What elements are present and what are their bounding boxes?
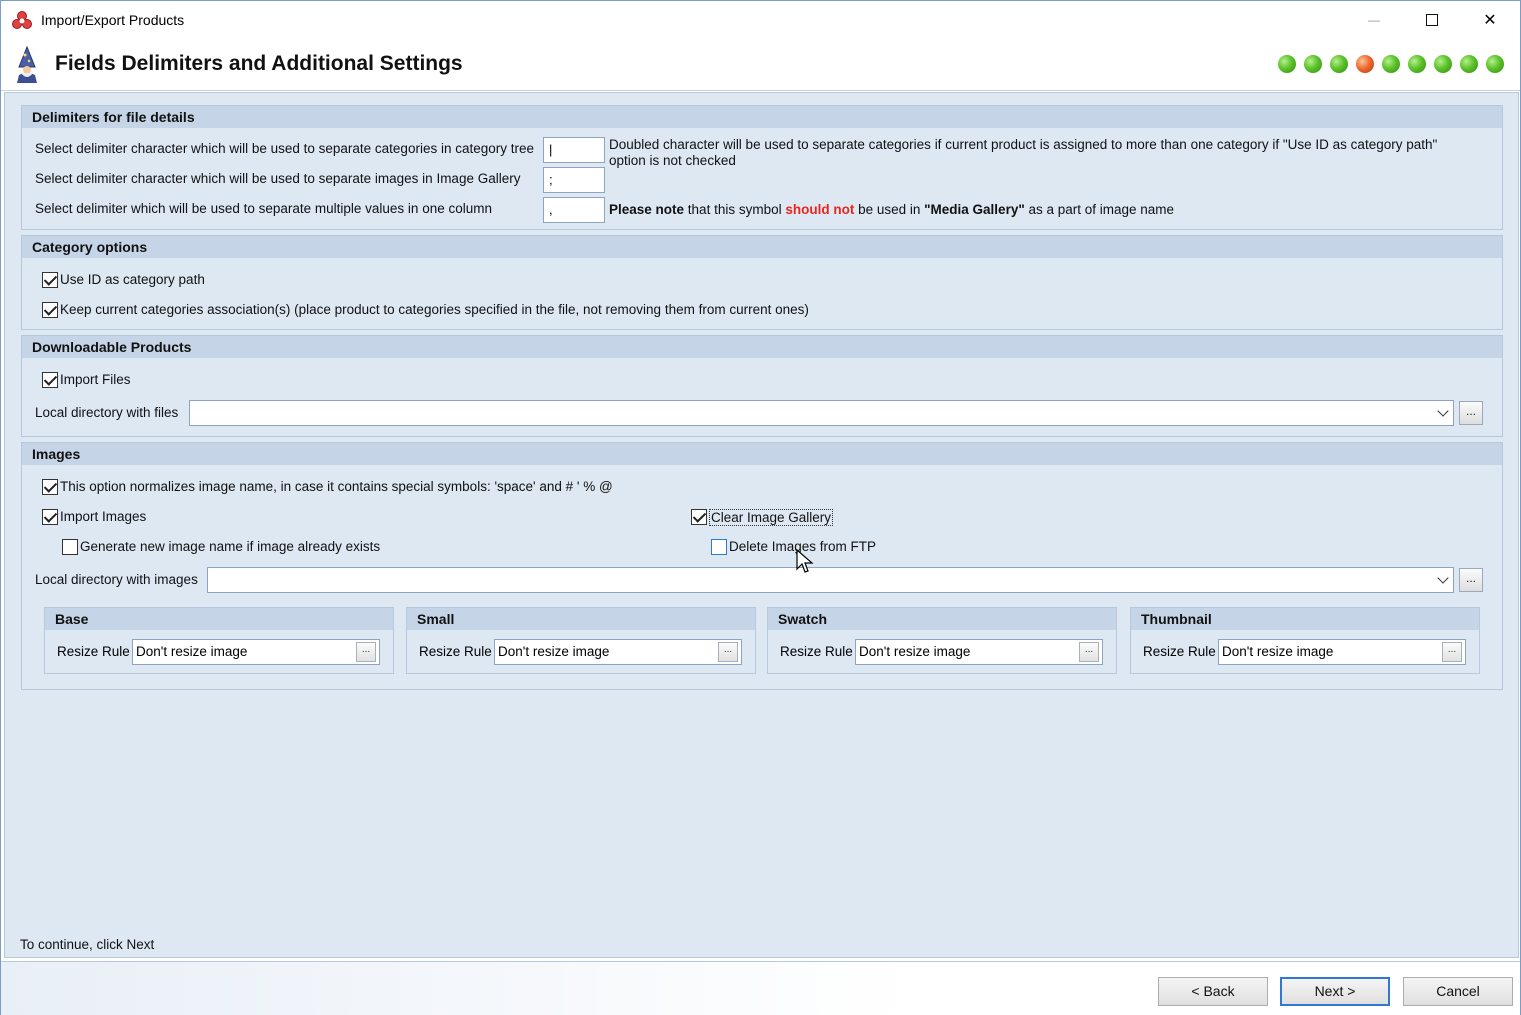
import-files-label: Import Files (60, 372, 131, 387)
resize-base-group: Base Resize Rule Don't resize image ... (44, 607, 394, 674)
delete-images-ftp-checkbox[interactable] (711, 539, 727, 555)
maximize-button[interactable] (1403, 1, 1461, 39)
please-note-text: Please note (609, 202, 685, 217)
import-images-checkbox[interactable] (42, 509, 58, 525)
multi-value-delimiter-label: Select delimiter which will be used to s… (35, 201, 492, 216)
multi-value-delimiter-input[interactable]: , (543, 197, 605, 223)
downloadable-products-title: Downloadable Products (22, 336, 1502, 358)
close-button[interactable]: ✕ (1461, 1, 1519, 39)
step-dot-pending (1382, 55, 1400, 73)
step-dot-done (1330, 55, 1348, 73)
maximize-icon (1426, 14, 1438, 26)
category-delimiter-note: Doubled character will be used to separa… (609, 137, 1438, 168)
warning-text-2: be used in (854, 202, 925, 217)
continue-hint: To continue, click Next (20, 937, 155, 952)
use-id-category-path-label: Use ID as category path (60, 272, 205, 287)
use-id-category-path-checkbox[interactable] (42, 272, 58, 288)
resize-rule-thumbnail-value: Don't resize image (1222, 644, 1334, 659)
window-title: Import/Export Products (41, 12, 185, 28)
resize-thumbnail-group: Thumbnail Resize Rule Don't resize image… (1130, 607, 1480, 674)
images-directory-combo[interactable] (207, 567, 1454, 593)
warning-text-1: that this symbol (684, 202, 786, 217)
wizard-header: Fields Delimiters and Additional Setting… (1, 39, 1520, 91)
should-not-text: should not (785, 202, 855, 217)
resize-rule-label: Resize Rule (419, 644, 492, 659)
cancel-button[interactable]: Cancel (1403, 977, 1513, 1006)
wizard-steps-indicator (1278, 55, 1504, 73)
downloadable-products-group: Downloadable Products Import Files Local… (21, 335, 1503, 437)
warning-text-3: as a part of image name (1024, 202, 1175, 217)
back-button[interactable]: < Back (1158, 977, 1268, 1006)
media-gallery-warning: Please note that this symbol should not … (609, 202, 1174, 217)
clear-image-gallery-label: Clear Image Gallery (709, 509, 834, 526)
resize-rule-swatch-value: Don't resize image (859, 644, 971, 659)
minimize-button[interactable]: — (1345, 1, 1403, 39)
app-logo-icon (12, 11, 32, 29)
delimiters-group-title: Delimiters for file details (22, 106, 1502, 128)
chevron-down-icon (1437, 405, 1449, 417)
normalize-image-name-checkbox[interactable] (42, 479, 58, 495)
keep-categories-label: Keep current categories association(s) (… (60, 302, 809, 317)
resize-small-title: Small (407, 608, 755, 630)
step-dot-active (1356, 55, 1374, 73)
category-options-title: Category options (22, 236, 1502, 258)
files-directory-combo[interactable] (189, 400, 1454, 426)
import-export-window: Import/Export Products — ✕ Fields Delimi… (0, 0, 1521, 1015)
close-icon: ✕ (1483, 12, 1497, 29)
resize-rule-swatch-button[interactable]: ... (1079, 642, 1099, 662)
resize-rule-label: Resize Rule (57, 644, 130, 659)
category-options-group: Category options Use ID as category path… (21, 235, 1503, 330)
normalize-image-name-label: This option normalizes image name, in ca… (60, 479, 613, 494)
images-group-title: Images (22, 443, 1502, 465)
category-delimiter-label: Select delimiter character which will be… (35, 141, 534, 156)
category-delimiter-input[interactable]: | (543, 137, 605, 163)
wizard-footer: < Back Next > Cancel (1, 961, 1520, 1015)
clear-image-gallery-checkbox[interactable] (691, 509, 707, 525)
files-directory-label: Local directory with files (35, 405, 179, 420)
keep-categories-checkbox[interactable] (42, 302, 58, 318)
generate-new-image-name-checkbox[interactable] (62, 539, 78, 555)
resize-thumbnail-title: Thumbnail (1131, 608, 1479, 630)
resize-rule-small-field[interactable]: Don't resize image ... (494, 639, 742, 665)
images-delimiter-input[interactable]: ; (543, 167, 605, 193)
resize-rule-base-field[interactable]: Don't resize image ... (132, 639, 380, 665)
title-bar: Import/Export Products — ✕ (1, 1, 1520, 39)
resize-rule-small-value: Don't resize image (498, 644, 610, 659)
page-title: Fields Delimiters and Additional Setting… (55, 52, 463, 75)
chevron-down-icon (1437, 572, 1449, 584)
wizard-icon (17, 45, 37, 83)
browse-images-button[interactable]: ... (1459, 568, 1483, 592)
step-dot-pending (1460, 55, 1478, 73)
resize-rule-base-value: Don't resize image (136, 644, 248, 659)
step-dot-pending (1486, 55, 1504, 73)
resize-rule-thumbnail-button[interactable]: ... (1442, 642, 1462, 662)
resize-small-group: Small Resize Rule Don't resize image ... (406, 607, 756, 674)
images-directory-label: Local directory with images (35, 572, 198, 587)
delimiters-group: Delimiters for file details Select delim… (21, 105, 1503, 230)
resize-swatch-title: Swatch (768, 608, 1116, 630)
content-area: Delimiters for file details Select delim… (4, 92, 1519, 958)
resize-swatch-group: Swatch Resize Rule Don't resize image ..… (767, 607, 1117, 674)
step-dot-done (1278, 55, 1296, 73)
media-gallery-text: "Media Gallery" (924, 202, 1025, 217)
resize-rule-label: Resize Rule (780, 644, 853, 659)
next-button[interactable]: Next > (1280, 977, 1390, 1006)
step-dot-pending (1434, 55, 1452, 73)
browse-files-button[interactable]: ... (1459, 401, 1483, 425)
generate-new-image-name-label: Generate new image name if image already… (80, 539, 381, 554)
resize-rule-base-button[interactable]: ... (356, 642, 376, 662)
import-files-checkbox[interactable] (42, 372, 58, 388)
step-dot-pending (1408, 55, 1426, 73)
import-images-label: Import Images (60, 509, 147, 524)
minimize-icon: — (1368, 13, 1380, 27)
mouse-cursor-icon (796, 549, 814, 573)
step-dot-done (1304, 55, 1322, 73)
resize-rule-thumbnail-field[interactable]: Don't resize image ... (1218, 639, 1466, 665)
resize-rule-label: Resize Rule (1143, 644, 1216, 659)
images-delimiter-label: Select delimiter character which will be… (35, 171, 521, 186)
resize-rule-swatch-field[interactable]: Don't resize image ... (855, 639, 1103, 665)
resize-base-title: Base (45, 608, 393, 630)
resize-rule-small-button[interactable]: ... (718, 642, 738, 662)
